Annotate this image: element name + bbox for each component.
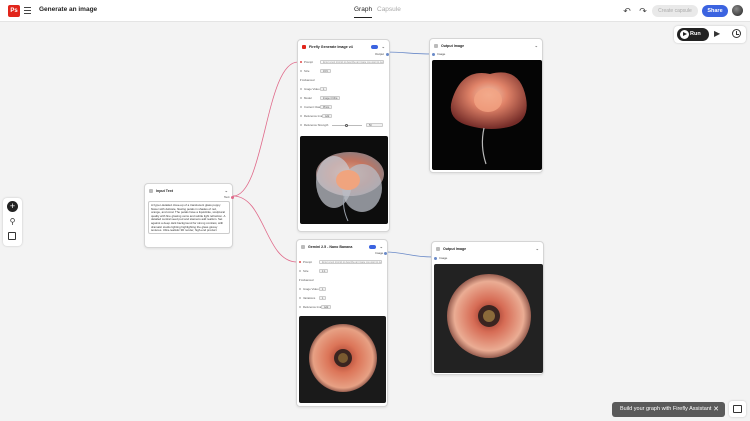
video-camera-icon[interactable]: ▶︎	[714, 30, 723, 38]
node-header: Firefly Generate Image v4 ⌄	[302, 43, 385, 51]
firefly-assistant-banner[interactable]: Build your graph with Firefly Assistant …	[612, 402, 725, 417]
run-button[interactable]: Run	[677, 28, 709, 41]
output-port[interactable]	[386, 53, 389, 56]
output-image-preview	[434, 264, 543, 373]
image-icon	[434, 44, 438, 49]
slider-handle[interactable]	[345, 123, 348, 127]
input-port[interactable]	[432, 53, 435, 56]
prompt-field[interactable]: Enter a text prompt to describe an image…	[320, 60, 384, 64]
row-content-class: Content Class	[300, 105, 322, 110]
run-toolbar: Run ▶︎	[674, 26, 746, 43]
search-icon[interactable]: ⚲	[8, 217, 17, 226]
chevron-down-icon[interactable]: ⌄	[535, 42, 538, 50]
output-port[interactable]	[384, 252, 387, 255]
close-icon[interactable]: ✕	[713, 402, 719, 417]
node-toggle[interactable]	[371, 45, 378, 49]
input-port[interactable]	[434, 257, 437, 260]
node-header: Output Image ⌄	[434, 42, 538, 50]
node-header: Output Image ⌄	[436, 245, 539, 253]
node-header: Gemini 2.5 - Nano Banana ⌄	[301, 243, 383, 251]
generated-image-preview	[300, 136, 388, 224]
history-icon[interactable]	[732, 29, 741, 38]
variations-select[interactable]: 1	[319, 296, 327, 300]
row-advanced: ▾ Advanced	[300, 78, 315, 82]
reference-image-add[interactable]: Add	[321, 305, 332, 309]
port-label-image: Image	[375, 251, 384, 255]
wire-firefly-to-output	[385, 51, 433, 55]
size-select[interactable]: 16:9	[320, 69, 331, 73]
wire-input-to-gemini	[232, 195, 298, 263]
generated-image-preview	[299, 316, 386, 403]
row-image-video: Image Video	[299, 287, 319, 292]
image-video-select[interactable]: 1	[319, 287, 327, 291]
chevron-down-icon[interactable]: ⌄	[536, 245, 539, 253]
wire-gemini-to-output	[384, 251, 434, 258]
image-icon	[436, 247, 440, 252]
chevron-down-icon[interactable]: ⌄	[382, 43, 385, 51]
size-select[interactable]: 1:1	[319, 269, 329, 273]
model-select[interactable]: Image 4 Ultra	[320, 96, 341, 100]
node-toggle[interactable]	[369, 245, 376, 249]
output-image-node-bottom[interactable]: Output Image ⌄ Image	[431, 241, 544, 375]
port-label-image: Image	[437, 52, 446, 56]
node-title: Output Image	[443, 247, 467, 251]
row-size: Size	[300, 69, 309, 74]
text-icon	[149, 189, 153, 194]
glass-flower-image	[447, 274, 531, 358]
row-prompt: Prompt	[299, 260, 312, 265]
assistant-button[interactable]	[729, 401, 746, 417]
port-label-text: Text	[224, 195, 230, 199]
output-port[interactable]	[231, 196, 234, 199]
left-toolbar: + ⚲	[3, 198, 22, 246]
input-text-node[interactable]: Input Text ⌄ Text A hyper-detailed close…	[144, 183, 234, 248]
glass-flower-image	[309, 324, 377, 392]
node-title: Gemini 2.5 - Nano Banana	[308, 245, 353, 249]
gemini-icon	[301, 245, 305, 250]
port-label-image: Image	[439, 256, 448, 260]
row-prompt: Prompt	[300, 60, 313, 65]
firefly-generate-node[interactable]: Firefly Generate Image v4 ⌄ Output Promp…	[297, 39, 390, 232]
chevron-down-icon[interactable]: ⌄	[380, 243, 383, 251]
row-model: Model	[300, 96, 312, 101]
row-reference-strength: Reference Strength	[300, 123, 328, 128]
chat-icon	[733, 405, 742, 413]
reference-strength-value[interactable]: 50	[366, 123, 383, 127]
row-variations: Variations	[299, 296, 315, 301]
node-title: Firefly Generate Image v4	[309, 45, 353, 49]
prompt-field[interactable]: Enter a text prompt to describe an image…	[319, 260, 382, 264]
port-label-output: Output	[375, 52, 385, 56]
glass-flower-image	[450, 72, 527, 165]
reference-image-add[interactable]: Add	[322, 114, 333, 118]
run-button-label: Run	[690, 31, 701, 37]
play-icon	[680, 30, 689, 39]
add-node-icon[interactable]: +	[7, 201, 18, 212]
node-title: Output Image	[441, 44, 465, 48]
firefly-icon	[302, 45, 306, 50]
content-class-select[interactable]: Photo	[320, 105, 333, 109]
image-video-select[interactable]: 1	[320, 87, 328, 91]
output-image-preview	[432, 60, 542, 170]
assistant-label: Build your graph with Firefly Assistant	[620, 406, 712, 412]
row-size: Size	[299, 269, 308, 274]
prompt-text-area[interactable]: A hyper-detailed close-up of a transluce…	[148, 201, 230, 234]
wire-input-to-firefly	[232, 61, 299, 197]
gemini-node[interactable]: Gemini 2.5 - Nano Banana ⌄ Image Prompt …	[296, 239, 388, 407]
row-image-video: Image Video	[300, 87, 320, 92]
chevron-down-icon[interactable]: ⌄	[225, 187, 228, 195]
output-image-node-top[interactable]: Output Image ⌄ Image	[429, 38, 543, 173]
note-icon[interactable]	[8, 232, 16, 240]
node-header: Input Text ⌄	[149, 187, 228, 195]
glass-flower-image	[316, 152, 384, 222]
row-advanced: ▾ Advanced	[299, 278, 314, 282]
node-title: Input Text	[156, 189, 173, 193]
